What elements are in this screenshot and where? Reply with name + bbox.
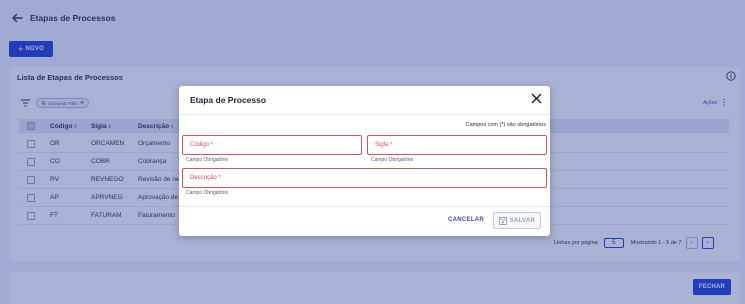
sigla-field[interactable]: Sigla * (367, 135, 547, 155)
code-field-label: Código * (190, 142, 214, 148)
code-field-helper: Campo Obrigatório (186, 157, 229, 163)
description-field-label: Descrição * (190, 175, 221, 181)
divider (179, 114, 550, 115)
sigla-field-label: Sigla * (375, 142, 393, 148)
description-field-helper: Campo Obrigatório (186, 190, 229, 196)
close-icon[interactable] (531, 93, 542, 104)
description-field[interactable]: Descrição * (182, 168, 547, 188)
code-field[interactable]: Código * (182, 135, 362, 155)
process-step-modal: Etapa de Processo Campos com (*) são obr… (179, 86, 550, 236)
cancel-button[interactable]: CANCELAR (448, 217, 484, 223)
save-icon (498, 216, 507, 225)
save-button[interactable]: SALVAR (493, 212, 541, 229)
sigla-field-helper: Campo Obrigatório (371, 157, 414, 163)
save-button-label: SALVAR (509, 217, 536, 224)
divider (179, 206, 550, 207)
modal-title: Etapa de Processo (190, 95, 267, 105)
required-fields-note: Campos com (*) são obrigatórios (465, 122, 546, 128)
